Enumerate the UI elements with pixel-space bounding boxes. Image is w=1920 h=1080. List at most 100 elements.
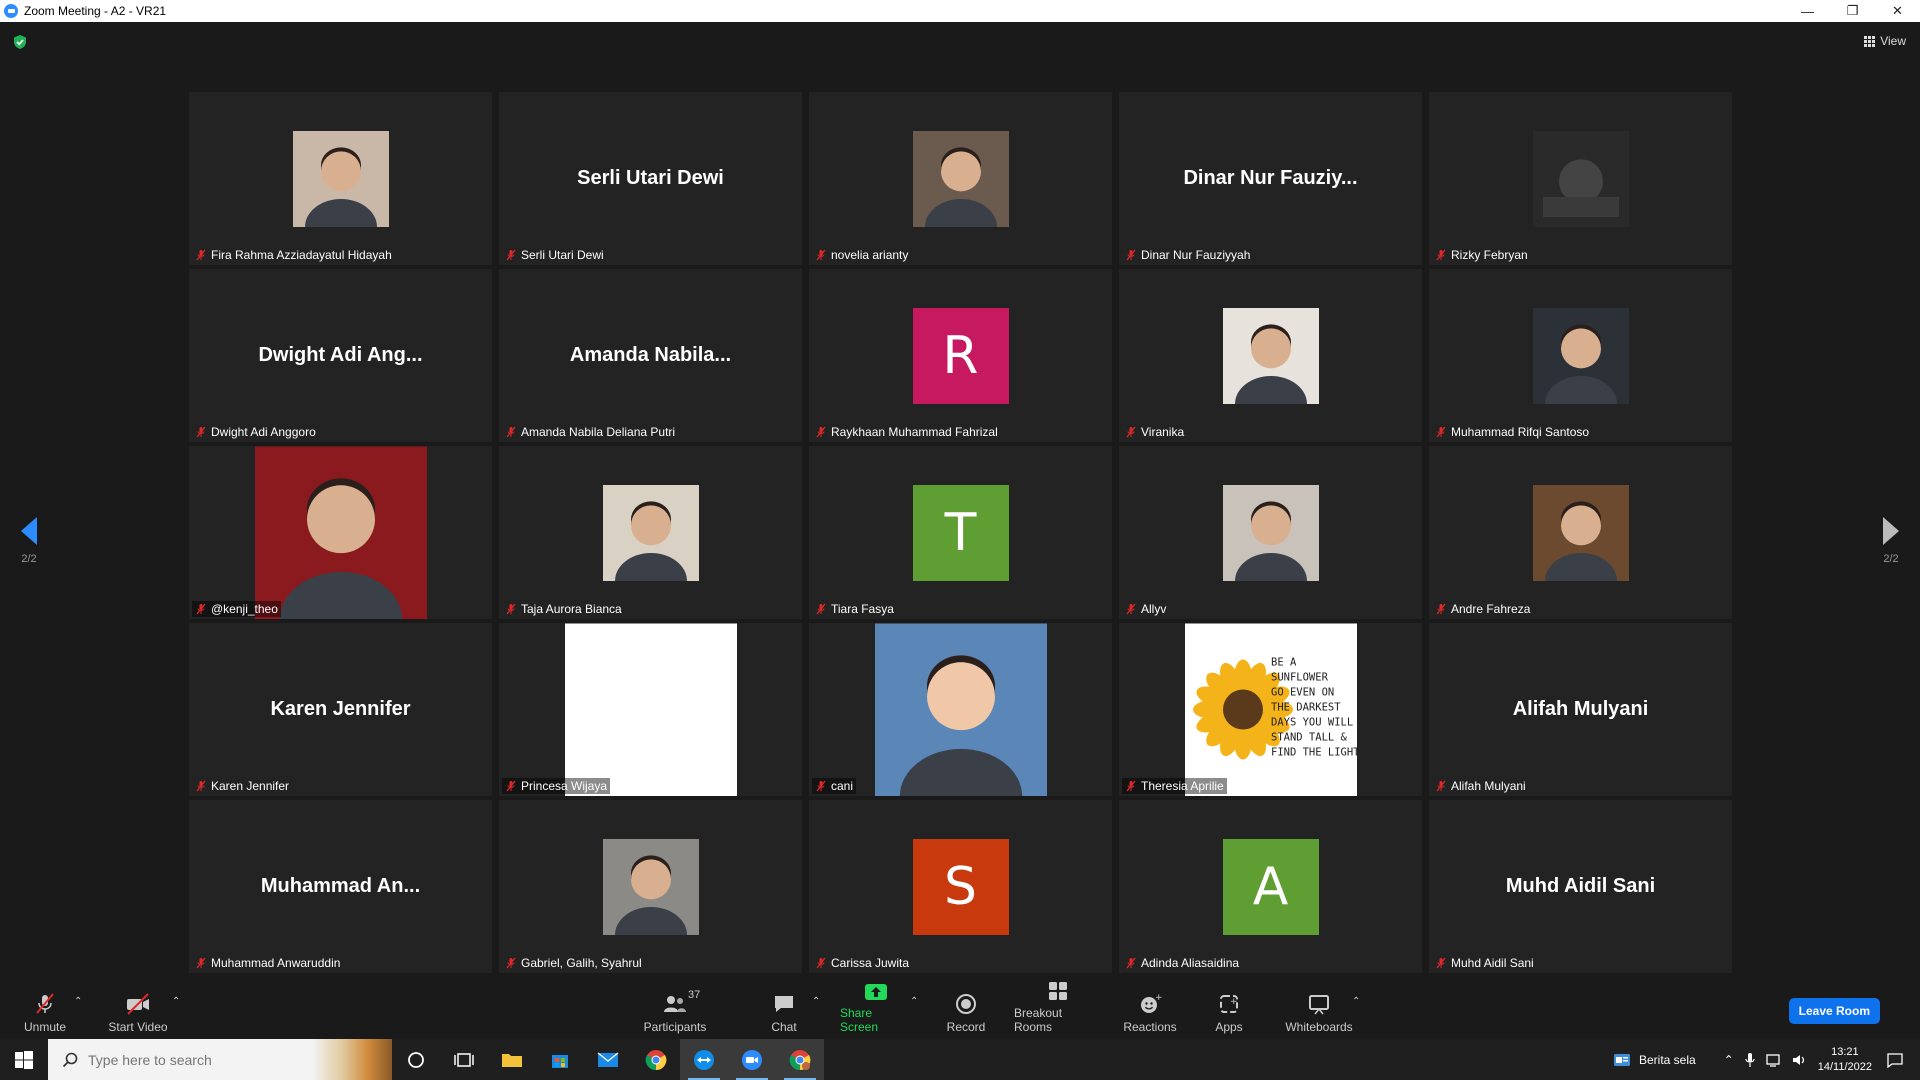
participant-tile[interactable]: Viranika	[1119, 269, 1422, 442]
search-icon	[62, 1052, 78, 1067]
avatar-letter: A	[1252, 856, 1289, 917]
participant-name-label: Alifah Mulyani	[1432, 778, 1529, 794]
participant-tile[interactable]: Princesa Wijaya	[499, 623, 802, 796]
zoom-taskbar-button[interactable]	[728, 1039, 776, 1080]
microphone-icon[interactable]	[1744, 1052, 1756, 1068]
next-page-button[interactable]: 2/2	[1876, 517, 1906, 565]
clock-time: 13:21	[1831, 1045, 1859, 1058]
file-explorer-button[interactable]	[488, 1039, 536, 1080]
participant-tile[interactable]: T Tiara Fasya	[809, 446, 1112, 619]
participants-button[interactable]: 37 Participants	[640, 980, 710, 1039]
participant-tile[interactable]: S Carissa Juwita	[809, 800, 1112, 973]
chat-button[interactable]: Chat	[766, 980, 802, 1039]
tray-chevron-icon[interactable]: ⌃	[1724, 1053, 1734, 1067]
unmute-button[interactable]: Unmute	[18, 980, 72, 1039]
restore-button[interactable]: ❐	[1830, 0, 1875, 22]
chrome-icon	[645, 1049, 667, 1070]
sunflower-quote-image: BE A SUNFLOWER GO EVEN ON THE DARKEST DAYS Y…	[1184, 623, 1357, 796]
participant-tile[interactable]: novelia arianty	[809, 92, 1112, 265]
video-thumbnail	[564, 623, 737, 796]
participant-name: Taja Aurora Bianca	[521, 602, 622, 616]
participant-tile[interactable]: R Raykhaan Muhammad Fahrizal	[809, 269, 1112, 442]
start-video-button[interactable]: Start Video	[104, 980, 172, 1039]
participant-tile[interactable]: BE A SUNFLOWER GO EVEN ON THE DARKEST DAYS Y…	[1119, 623, 1422, 796]
participant-tile[interactable]: Taja Aurora Bianca	[499, 446, 802, 619]
participant-tile[interactable]: Alifah Mulyani Alifah Mulyani	[1429, 623, 1732, 796]
clock[interactable]: 13:21 14/11/2022	[1818, 1045, 1872, 1075]
participant-name: Amanda Nabila Deliana Putri	[521, 425, 676, 439]
participant-tile[interactable]: Allyv	[1119, 446, 1422, 619]
chrome-button[interactable]	[632, 1039, 680, 1080]
start-button[interactable]	[0, 1039, 48, 1080]
participant-name: cani	[831, 779, 854, 793]
mail-button[interactable]	[584, 1039, 632, 1080]
share-screen-label: Share Screen	[840, 1006, 879, 1034]
participant-tile[interactable]: Dinar Nur Fauziy... Dinar Nur Fauziyyah	[1119, 92, 1422, 265]
participant-tile[interactable]: Muhammad An... Muhammad Anwaruddin	[189, 800, 492, 973]
participant-name-label: Fira Rahma Azziadayatul Hidayah	[192, 247, 395, 263]
video-thumbnail	[602, 484, 699, 581]
participant-tile[interactable]: Muhammad Rifqi Santoso	[1429, 269, 1732, 442]
encryption-shield-icon[interactable]	[12, 34, 28, 50]
microphone-muted-icon	[506, 603, 516, 615]
participant-avatar: S	[912, 838, 1009, 935]
participant-name-label: Tiara Fasya	[812, 601, 897, 617]
participant-tile[interactable]: Dwight Adi Ang... Dwight Adi Anggoro	[189, 269, 492, 442]
participant-name-label: @kenji_theo	[192, 601, 281, 617]
participant-tile[interactable]: Karen Jennifer Karen Jennifer	[189, 623, 492, 796]
start-video-label: Start Video	[108, 1020, 168, 1034]
participant-tile[interactable]: Muhd Aidil Sani Muhd Aidil Sani	[1429, 800, 1732, 973]
search-input[interactable]	[88, 1051, 308, 1068]
whiteboards-button[interactable]: Whiteboards	[1284, 980, 1354, 1039]
network-icon[interactable]	[1766, 1053, 1782, 1067]
task-view-button[interactable]	[440, 1039, 488, 1080]
cortana-icon	[408, 1051, 424, 1068]
participant-tile[interactable]: @kenji_theo	[189, 446, 492, 619]
minimize-button[interactable]: —	[1785, 0, 1830, 22]
volume-icon[interactable]	[1792, 1053, 1808, 1067]
close-button[interactable]: ✕	[1875, 0, 1920, 22]
participant-tile[interactable]: Gabriel, Galih, Syahrul	[499, 800, 802, 973]
participant-tile[interactable]: Rizky Febryan	[1429, 92, 1732, 265]
store-button[interactable]	[536, 1039, 584, 1080]
svg-text:SUNFLOWER: SUNFLOWER	[1271, 671, 1329, 683]
participant-tile[interactable]: Fira Rahma Azziadayatul Hidayah	[189, 92, 492, 265]
microphone-muted-icon	[816, 780, 826, 792]
participant-tile[interactable]: Amanda Nabila... Amanda Nabila Deliana Pu…	[499, 269, 802, 442]
participant-tile[interactable]: cani	[809, 623, 1112, 796]
svg-text:STAND TALL &: STAND TALL &	[1271, 731, 1348, 743]
view-button[interactable]: View	[1864, 34, 1906, 48]
participant-display-name: Serli Utari Dewi	[577, 167, 724, 189]
share-options-caret[interactable]: ⌃	[910, 996, 918, 1007]
participant-name: Andre Fahreza	[1451, 602, 1531, 616]
participant-name: Rizky Febryan	[1451, 248, 1528, 262]
apps-button[interactable]: + Apps	[1212, 980, 1246, 1039]
participant-display-name: Alifah Mulyani	[1512, 698, 1649, 720]
microphone-muted-icon	[1126, 780, 1136, 792]
cortana-button[interactable]	[392, 1039, 440, 1080]
news-label[interactable]: Berita sela	[1639, 1053, 1696, 1067]
microphone-muted-icon	[816, 426, 826, 438]
chrome-window-button[interactable]	[776, 1039, 824, 1080]
notification-icon[interactable]	[1886, 1052, 1904, 1068]
taskbar-search[interactable]	[48, 1039, 392, 1080]
participant-tile[interactable]: Andre Fahreza	[1429, 446, 1732, 619]
participant-tile[interactable]: A Adinda Aliasaidina	[1119, 800, 1422, 973]
share-screen-button[interactable]: Share Screen	[840, 980, 912, 1039]
reactions-button[interactable]: + Reactions	[1122, 980, 1178, 1039]
audio-options-caret[interactable]: ⌃	[74, 996, 82, 1007]
teamviewer-button[interactable]	[680, 1039, 728, 1080]
participant-name: Viranika	[1141, 425, 1185, 439]
prev-page-button[interactable]: 2/2	[14, 517, 44, 565]
whiteboard-options-caret[interactable]: ⌃	[1352, 996, 1360, 1007]
svg-text:BE A: BE A	[1271, 656, 1297, 668]
chat-options-caret[interactable]: ⌃	[812, 996, 820, 1007]
participant-tile[interactable]: Serli Utari Dewi Serli Utari Dewi	[499, 92, 802, 265]
video-options-caret[interactable]: ⌃	[172, 996, 180, 1007]
leave-room-button[interactable]: Leave Room	[1788, 998, 1880, 1024]
window-controls: — ❐ ✕	[1785, 0, 1920, 22]
svg-text:FIND THE LIGHT: FIND THE LIGHT	[1271, 746, 1357, 758]
breakout-rooms-button[interactable]: Breakout Rooms	[1014, 980, 1102, 1039]
news-widget-icon[interactable]	[1613, 1052, 1631, 1068]
record-button[interactable]: Record	[946, 980, 986, 1039]
